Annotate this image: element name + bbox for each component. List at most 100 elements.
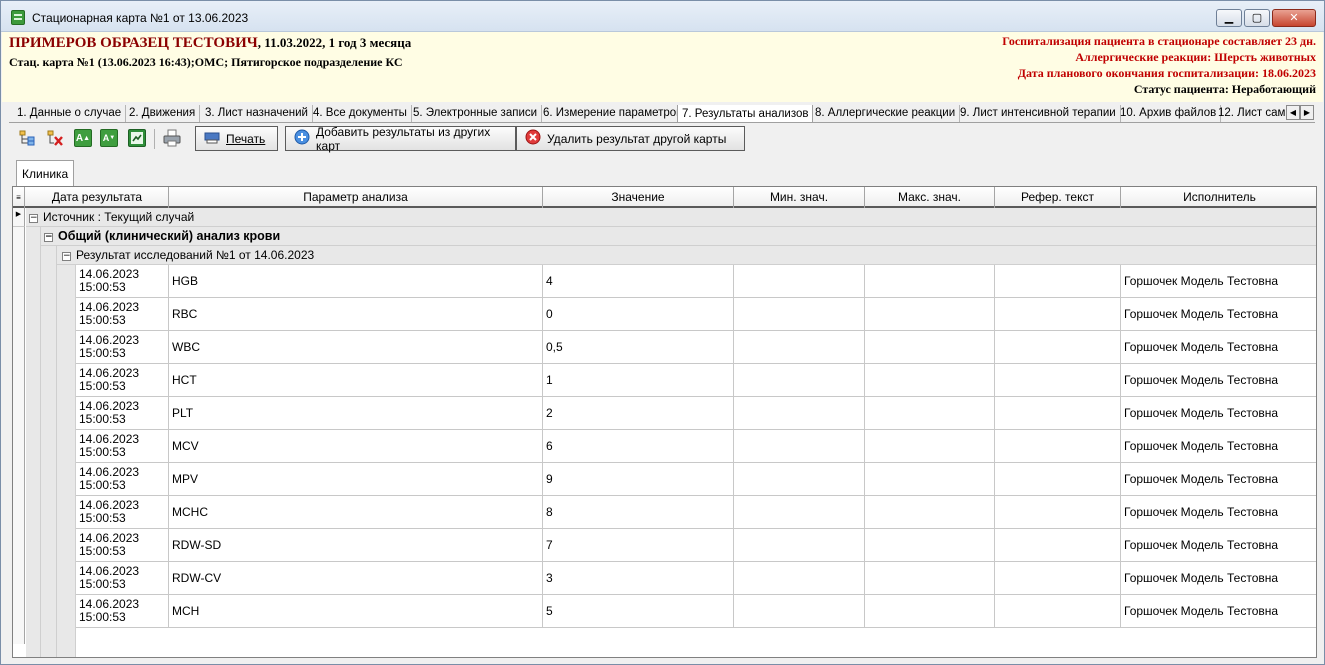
cell-parameter[interactable]: HCT	[169, 364, 543, 397]
table-row[interactable]: 14.06.2023 15:00:53 MCH 5 Горшочек Модель Те…	[76, 595, 1316, 628]
cell-min-value[interactable]	[734, 430, 865, 463]
table-row[interactable]: 14.06.2023 15:00:53 HCT 1 Горшочек Модель Те…	[76, 364, 1316, 397]
cell-reference-text[interactable]	[995, 364, 1121, 397]
cell-result-date[interactable]: 14.06.2023 15:00:53	[76, 298, 169, 331]
tab-intensive-therapy[interactable]: 9. Лист интенсивной терапии	[956, 105, 1121, 122]
cell-max-value[interactable]	[865, 430, 995, 463]
cell-executor[interactable]: Горшочек Модель Тестовна	[1121, 430, 1316, 463]
cell-parameter[interactable]: RDW-SD	[169, 529, 543, 562]
cell-max-value[interactable]	[865, 331, 995, 364]
cell-reference-text[interactable]	[995, 529, 1121, 562]
row-indicator-current[interactable]: ▶	[13, 208, 25, 227]
tree-add-icon[interactable]	[18, 129, 36, 147]
cell-max-value[interactable]	[865, 529, 995, 562]
cell-min-value[interactable]	[734, 463, 865, 496]
cell-value[interactable]: 2	[543, 397, 734, 430]
cell-parameter[interactable]: HGB	[169, 265, 543, 298]
cell-parameter[interactable]: MPV	[169, 463, 543, 496]
cell-value[interactable]: 8	[543, 496, 734, 529]
cell-min-value[interactable]	[734, 529, 865, 562]
cell-result-date[interactable]: 14.06.2023 15:00:53	[76, 397, 169, 430]
tab-allergic-reactions[interactable]: 8. Аллергические реакции	[811, 105, 961, 122]
cell-parameter[interactable]: RBC	[169, 298, 543, 331]
tab-parameter-measurement[interactable]: 6. Измерение параметров	[539, 105, 688, 122]
group-row-source[interactable]: − Источник : Текущий случай	[26, 208, 1316, 227]
cell-result-date[interactable]: 14.06.2023 15:00:53	[76, 529, 169, 562]
cell-max-value[interactable]	[865, 562, 995, 595]
tab-case-data[interactable]: 1. Данные о случае	[13, 105, 127, 122]
column-chooser-icon[interactable]: ≡	[13, 187, 25, 208]
cell-value[interactable]: 1	[543, 364, 734, 397]
cell-result-date[interactable]: 14.06.2023 15:00:53	[76, 265, 169, 298]
collapse-icon[interactable]: −	[29, 214, 38, 223]
cell-parameter[interactable]: MCHC	[169, 496, 543, 529]
tab-file-archive[interactable]: 10. Архив файлов	[1116, 105, 1222, 122]
table-row[interactable]: 14.06.2023 15:00:53 RDW-SD 7 Горшочек Модель…	[76, 529, 1316, 562]
tab-analysis-results[interactable]: 7. Результаты анализов	[677, 105, 814, 122]
cell-reference-text[interactable]	[995, 265, 1121, 298]
column-header-max-value[interactable]: Макс. знач.	[865, 187, 995, 208]
cell-min-value[interactable]	[734, 397, 865, 430]
cell-min-value[interactable]	[734, 298, 865, 331]
column-header-min-value[interactable]: Мин. знач.	[734, 187, 865, 208]
export-excel-icon[interactable]	[128, 129, 146, 147]
cell-value[interactable]: 0,5	[543, 331, 734, 364]
cell-executor[interactable]: Горшочек Модель Тестовна	[1121, 595, 1316, 628]
table-row[interactable]: 14.06.2023 15:00:53 MPV 9 Горшочек Модель Те…	[76, 463, 1316, 496]
group-row-research-result[interactable]: − Результат исследований №1 от 14.06.2023	[57, 246, 1316, 265]
cell-result-date[interactable]: 14.06.2023 15:00:53	[76, 331, 169, 364]
cell-min-value[interactable]	[734, 331, 865, 364]
cell-parameter[interactable]: RDW-CV	[169, 562, 543, 595]
close-button[interactable]: ✕	[1272, 9, 1316, 27]
cell-result-date[interactable]: 14.06.2023 15:00:53	[76, 496, 169, 529]
cell-result-date[interactable]: 14.06.2023 15:00:53	[76, 430, 169, 463]
subtab-clinic[interactable]: Клиника	[16, 160, 74, 186]
group-row-analysis-type[interactable]: − Общий (клинический) анализ крови	[41, 227, 1316, 246]
cell-parameter[interactable]: PLT	[169, 397, 543, 430]
cell-min-value[interactable]	[734, 496, 865, 529]
cell-reference-text[interactable]	[995, 298, 1121, 331]
tab-self-observation[interactable]: 12. Лист сам	[1214, 105, 1289, 122]
cell-executor[interactable]: Горшочек Модель Тестовна	[1121, 562, 1316, 595]
cell-reference-text[interactable]	[995, 595, 1121, 628]
cell-reference-text[interactable]	[995, 463, 1121, 496]
cell-reference-text[interactable]	[995, 496, 1121, 529]
cell-result-date[interactable]: 14.06.2023 15:00:53	[76, 562, 169, 595]
add-results-button[interactable]: Добавить результаты из других карт	[285, 125, 516, 153]
cell-max-value[interactable]	[865, 463, 995, 496]
cell-executor[interactable]: Горшочек Модель Тестовна	[1121, 496, 1316, 529]
printer-icon[interactable]	[163, 129, 181, 147]
cell-parameter[interactable]: WBC	[169, 331, 543, 364]
cell-value[interactable]: 6	[543, 430, 734, 463]
cell-value[interactable]: 0	[543, 298, 734, 331]
tab-scroll-left-button[interactable]: ◀	[1286, 105, 1300, 120]
cell-min-value[interactable]	[734, 265, 865, 298]
cell-value[interactable]: 5	[543, 595, 734, 628]
table-row[interactable]: 14.06.2023 15:00:53 WBC 0,5 Горшочек Модель …	[76, 331, 1316, 364]
cell-reference-text[interactable]	[995, 331, 1121, 364]
tab-electronic-records[interactable]: 5. Электронные записи	[409, 105, 543, 122]
cell-parameter[interactable]: MCV	[169, 430, 543, 463]
cell-executor[interactable]: Горшочек Модель Тестовна	[1121, 529, 1316, 562]
column-header-parameter[interactable]: Параметр анализа	[169, 187, 543, 208]
cell-parameter[interactable]: MCH	[169, 595, 543, 628]
tab-all-documents[interactable]: 4. Все документы	[309, 105, 412, 122]
cell-executor[interactable]: Горшочек Модель Тестовна	[1121, 331, 1316, 364]
cell-min-value[interactable]	[734, 595, 865, 628]
cell-executor[interactable]: Горшочек Модель Тестовна	[1121, 364, 1316, 397]
table-row[interactable]: 14.06.2023 15:00:53 HGB 4 Горшочек Модель Те…	[76, 265, 1316, 298]
column-header-value[interactable]: Значение	[543, 187, 734, 208]
cell-value[interactable]: 3	[543, 562, 734, 595]
cell-value[interactable]: 4	[543, 265, 734, 298]
tab-scroll-right-button[interactable]: ▶	[1300, 105, 1314, 120]
column-header-result-date[interactable]: Дата результата	[26, 187, 169, 208]
cell-max-value[interactable]	[865, 496, 995, 529]
cell-max-value[interactable]	[865, 265, 995, 298]
cell-max-value[interactable]	[865, 595, 995, 628]
cell-result-date[interactable]: 14.06.2023 15:00:53	[76, 463, 169, 496]
tab-prescriptions[interactable]: 3. Лист назначений	[201, 105, 313, 122]
tree-delete-icon[interactable]	[46, 129, 64, 147]
cell-executor[interactable]: Горшочек Модель Тестовна	[1121, 265, 1316, 298]
cell-executor[interactable]: Горшочек Модель Тестовна	[1121, 397, 1316, 430]
font-increase-icon[interactable]: A ▲	[74, 129, 92, 147]
